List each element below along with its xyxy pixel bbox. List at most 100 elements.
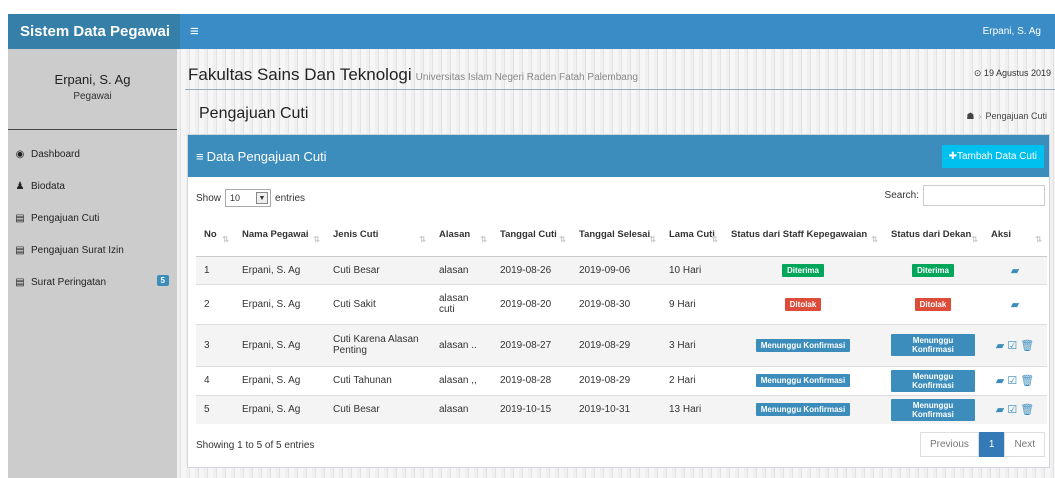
sidebar-item-biodata[interactable]: ♟ Biodata <box>8 170 177 202</box>
cell-status-dekan: Menunggu Konfirmasi <box>883 365 983 395</box>
status-badge: Menunggu Konfirmasi <box>891 334 975 356</box>
dashboard-icon: ◉ <box>15 148 25 160</box>
search-input[interactable] <box>923 185 1045 206</box>
cell-alasan: alasan cuti <box>431 283 492 324</box>
status-badge: Menunggu Konfirmasi <box>891 398 975 421</box>
table-row: 1 Erpani, S. Ag Cuti Besar alasan 2019-08-26… <box>196 255 1047 284</box>
navbar: Sistem Data Pegawai ≡ Erpani, S. Ag <box>8 14 1055 49</box>
sidebar-item-dashboard[interactable]: ◉ Dashboard <box>8 138 177 170</box>
cell-lama: 13 Hari <box>661 394 723 424</box>
col-aksi[interactable]: Aksi ⇅ <box>983 214 1047 257</box>
cell-nama: Erpani, S. Ag <box>234 365 325 395</box>
add-leave-button[interactable]: ✚Tambah Data Cuti <box>941 144 1044 168</box>
sidebar-item-label: Biodata <box>31 180 65 192</box>
col-status-staff[interactable]: Status dari Staff Kepegawaian ⇅ <box>723 214 883 257</box>
card-icon: ▤ <box>15 244 25 256</box>
cell-jenis: Cuti Besar <box>325 255 431 284</box>
cell-no: 5 <box>196 394 234 424</box>
cell-actions[interactable]: ▰ ☑ 🗑 <box>983 323 1047 366</box>
cell-no: 1 <box>196 255 234 284</box>
col-label: Tanggal Selesai <box>579 229 651 241</box>
previous-button[interactable]: Previous <box>919 432 979 457</box>
breadcrumb: ☗ › Pengajuan Cuti <box>966 111 1047 121</box>
cell-alasan: alasan .. <box>431 323 492 366</box>
sidebar-item-label: Surat Peringatan <box>31 276 107 288</box>
status-badge: Menunggu Konfirmasi <box>891 369 975 392</box>
show-label: Show <box>196 192 222 204</box>
col-jenis[interactable]: Jenis Cuti ⇅ <box>325 214 431 257</box>
card-icon: ▤ <box>15 276 25 288</box>
col-nama[interactable]: Nama Pegawai ⇅ <box>234 214 325 257</box>
next-button[interactable]: Next <box>1004 432 1045 457</box>
menu-toggle-icon[interactable]: ≡ <box>190 23 199 40</box>
cell-nama: Erpani, S. Ag <box>234 283 325 324</box>
cell-jenis: Cuti Besar <box>325 394 431 424</box>
cell-jenis: Cuti Karena Alasan Penting <box>325 323 431 366</box>
page-length-select[interactable]: 10 ▼ <box>225 189 272 207</box>
divider <box>185 89 1055 90</box>
status-badge: Menunggu Konfirmasi <box>755 403 851 416</box>
cell-status-dekan: Ditolak <box>883 283 983 324</box>
cell-status-staff: Menunggu Konfirmasi <box>723 365 883 395</box>
sort-icon: ⇅ <box>871 234 878 244</box>
user-panel: Erpani, S. Ag Pegawai <box>8 49 177 130</box>
cell-selesai: 2019-10-31 <box>571 394 661 424</box>
faculty-header: Fakultas Sains Dan Teknologi Universitas … <box>188 65 638 85</box>
cell-jenis: Cuti Tahunan <box>325 365 431 395</box>
table-row: 2 Erpani, S. Ag Cuti Sakit alasan cuti 2019-… <box>196 283 1047 324</box>
sidebar-item-pengajuan-cuti[interactable]: ▤ Pengajuan Cuti <box>8 202 177 234</box>
cell-lama: 3 Hari <box>661 323 723 366</box>
university-name: Universitas Islam Negeri Raden Fatah Pal… <box>415 72 638 83</box>
col-selesai[interactable]: Tanggal Selesai ⇅ <box>571 214 661 257</box>
search-label: Search: <box>884 190 919 201</box>
cell-no: 2 <box>196 283 234 324</box>
col-label: Aksi <box>991 229 1012 241</box>
sort-icon: ⇅ <box>1035 234 1042 244</box>
col-lama[interactable]: Lama Cuti ⇅ <box>661 214 723 257</box>
cell-tanggal: 2019-10-15 <box>492 394 571 424</box>
current-date: ⊙ 19 Agustus 2019 <box>973 68 1051 78</box>
cell-status-staff: Menunggu Konfirmasi <box>723 394 883 424</box>
col-label: Jenis Cuti <box>333 229 379 241</box>
cell-actions[interactable]: ▰ <box>983 283 1047 324</box>
cell-actions[interactable]: ▰ ☑ 🗑 <box>983 365 1047 395</box>
col-label: No <box>204 229 217 241</box>
cell-no: 3 <box>196 323 234 366</box>
sidebar-item-surat-izin[interactable]: ▤ Pengajuan Surat Izin <box>8 234 177 266</box>
cell-tanggal: 2019-08-27 <box>492 323 571 366</box>
home-icon[interactable]: ☗ <box>966 111 974 121</box>
brand-logo[interactable]: Sistem Data Pegawai <box>8 14 180 49</box>
col-no[interactable]: No ⇅ <box>196 214 234 257</box>
entries-label: entries <box>275 192 306 204</box>
sidebar-item-surat-peringatan[interactable]: ▤ Surat Peringatan 5 <box>8 266 177 298</box>
page-button[interactable]: 1 <box>978 432 1005 457</box>
cell-status-dekan: Diterima <box>883 255 983 284</box>
col-status-dekan[interactable]: Status dari Dekan ⇅ <box>883 214 983 257</box>
col-label: Alasan <box>439 229 471 241</box>
cell-nama: Erpani, S. Ag <box>234 323 325 366</box>
col-label: Lama Cuti <box>669 229 715 241</box>
navbar-user[interactable]: Erpani, S. Ag <box>983 26 1041 37</box>
cell-status-dekan: Menunggu Konfirmasi <box>883 323 983 366</box>
cell-tanggal: 2019-08-20 <box>492 283 571 324</box>
pagination: Previous 1 Next <box>919 432 1045 457</box>
cell-selesai: 2019-08-29 <box>571 323 661 366</box>
status-badge: Ditolak <box>914 297 952 311</box>
col-alasan[interactable]: Alasan ⇅ <box>431 214 492 257</box>
data-box: ≡ Data Pengajuan Cuti ✚Tambah Data Cuti … <box>187 134 1050 468</box>
breadcrumb-current: Pengajuan Cuti <box>985 111 1047 121</box>
page-length-control: Show 10 ▼ entries <box>196 189 305 207</box>
table-info: Showing 1 to 5 of 5 entries <box>196 440 315 451</box>
col-label: Status dari Staff Kepegawaian <box>731 229 868 241</box>
sort-icon: ⇅ <box>480 234 487 244</box>
status-badge: Diterima <box>911 263 954 277</box>
cell-actions[interactable]: ▰ ☑ 🗑 <box>983 394 1047 424</box>
top-area: Sistem Data Pegawai ≡ Erpani, S. Ag <box>0 0 1055 50</box>
cell-tanggal: 2019-08-26 <box>492 255 571 284</box>
col-tanggal[interactable]: Tanggal Cuti ⇅ <box>492 214 571 257</box>
box-header: ≡ Data Pengajuan Cuti ✚Tambah Data Cuti <box>188 135 1049 177</box>
cell-actions[interactable]: ▰ <box>983 255 1047 284</box>
cell-lama: 2 Hari <box>661 365 723 395</box>
cell-nama: Erpani, S. Ag <box>234 255 325 284</box>
cell-lama: 10 Hari <box>661 255 723 284</box>
